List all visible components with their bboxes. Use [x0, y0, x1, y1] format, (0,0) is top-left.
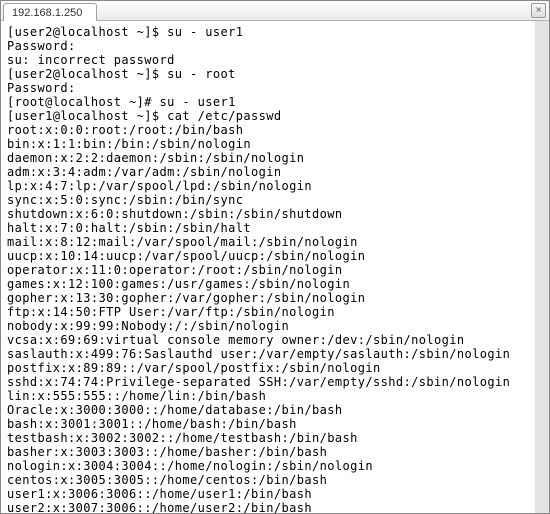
terminal-line: nobody:x:99:99:Nobody:/:/sbin/nologin — [7, 319, 529, 333]
terminal-line: [user2@localhost ~]$ su - user1 — [7, 25, 529, 39]
terminal-line: basher:x:3003:3003::/home/basher:/bin/ba… — [7, 445, 529, 459]
terminal-line: halt:x:7:0:halt:/sbin:/sbin/halt — [7, 221, 529, 235]
terminal-line: ftp:x:14:50:FTP User:/var/ftp:/sbin/nolo… — [7, 305, 529, 319]
terminal-line: gopher:x:13:30:gopher:/var/gopher:/sbin/… — [7, 291, 529, 305]
terminal-line: su: incorrect password — [7, 53, 529, 67]
terminal-line: centos:x:3005:3005::/home/centos:/bin/ba… — [7, 473, 529, 487]
terminal-line: user2:x:3007:3006::/home/user2:/bin/bash — [7, 501, 529, 513]
terminal-line: [user2@localhost ~]$ su - root — [7, 67, 529, 81]
terminal-line: sshd:x:74:74:Privilege-separated SSH:/va… — [7, 375, 529, 389]
terminal-line: testbash:x:3002:3002::/home/testbash:/bi… — [7, 431, 529, 445]
terminal-output[interactable]: [user2@localhost ~]$ su - user1Password:… — [1, 21, 549, 513]
terminal-line: root:x:0:0:root:/root:/bin/bash — [7, 123, 529, 137]
terminal-line: Password: — [7, 81, 529, 95]
terminal-line: saslauth:x:499:76:Saslauthd user:/var/em… — [7, 347, 529, 361]
terminal-line: lp:x:4:7:lp:/var/spool/lpd:/sbin/nologin — [7, 179, 529, 193]
terminal-line: postfix:x:89:89::/var/spool/postfix:/sbi… — [7, 361, 529, 375]
terminal-line: nologin:x:3004:3004::/home/nologin:/sbin… — [7, 459, 529, 473]
terminal-line: [user1@localhost ~]$ cat /etc/passwd — [7, 109, 529, 123]
terminal-line: bash:x:3001:3001::/home/bash:/bin/bash — [7, 417, 529, 431]
terminal-line: daemon:x:2:2:daemon:/sbin:/sbin/nologin — [7, 151, 529, 165]
title-bar: 192.168.1.250 × — [1, 1, 549, 21]
tab-host[interactable]: 192.168.1.250 — [3, 3, 97, 21]
terminal-line: shutdown:x:6:0:shutdown:/sbin:/sbin/shut… — [7, 207, 529, 221]
terminal-line: operator:x:11:0:operator:/root:/sbin/nol… — [7, 263, 529, 277]
terminal-line: mail:x:8:12:mail:/var/spool/mail:/sbin/n… — [7, 235, 529, 249]
terminal-line: user1:x:3006:3006::/home/user1:/bin/bash — [7, 487, 529, 501]
terminal-line: [root@localhost ~]# su - user1 — [7, 95, 529, 109]
close-button[interactable]: × — [531, 3, 546, 18]
terminal-line: sync:x:5:0:sync:/sbin:/bin/sync — [7, 193, 529, 207]
terminal-line: uucp:x:10:14:uucp:/var/spool/uucp:/sbin/… — [7, 249, 529, 263]
terminal-line: bin:x:1:1:bin:/bin:/sbin/nologin — [7, 137, 529, 151]
close-icon: × — [536, 5, 542, 16]
terminal-line: lin:x:555:555::/home/lin:/bin/bash — [7, 389, 529, 403]
terminal-line: Oracle:x:3000:3000::/home/database:/bin/… — [7, 403, 529, 417]
terminal-line: games:x:12:100:games:/usr/games:/sbin/no… — [7, 277, 529, 291]
terminal-window: 192.168.1.250 × [user2@localhost ~]$ su … — [0, 0, 550, 514]
tab-label: 192.168.1.250 — [12, 7, 82, 19]
terminal-line: Password: — [7, 39, 529, 53]
terminal-line: vcsa:x:69:69:virtual console memory owne… — [7, 333, 529, 347]
terminal-line: adm:x:3:4:adm:/var/adm:/sbin/nologin — [7, 165, 529, 179]
